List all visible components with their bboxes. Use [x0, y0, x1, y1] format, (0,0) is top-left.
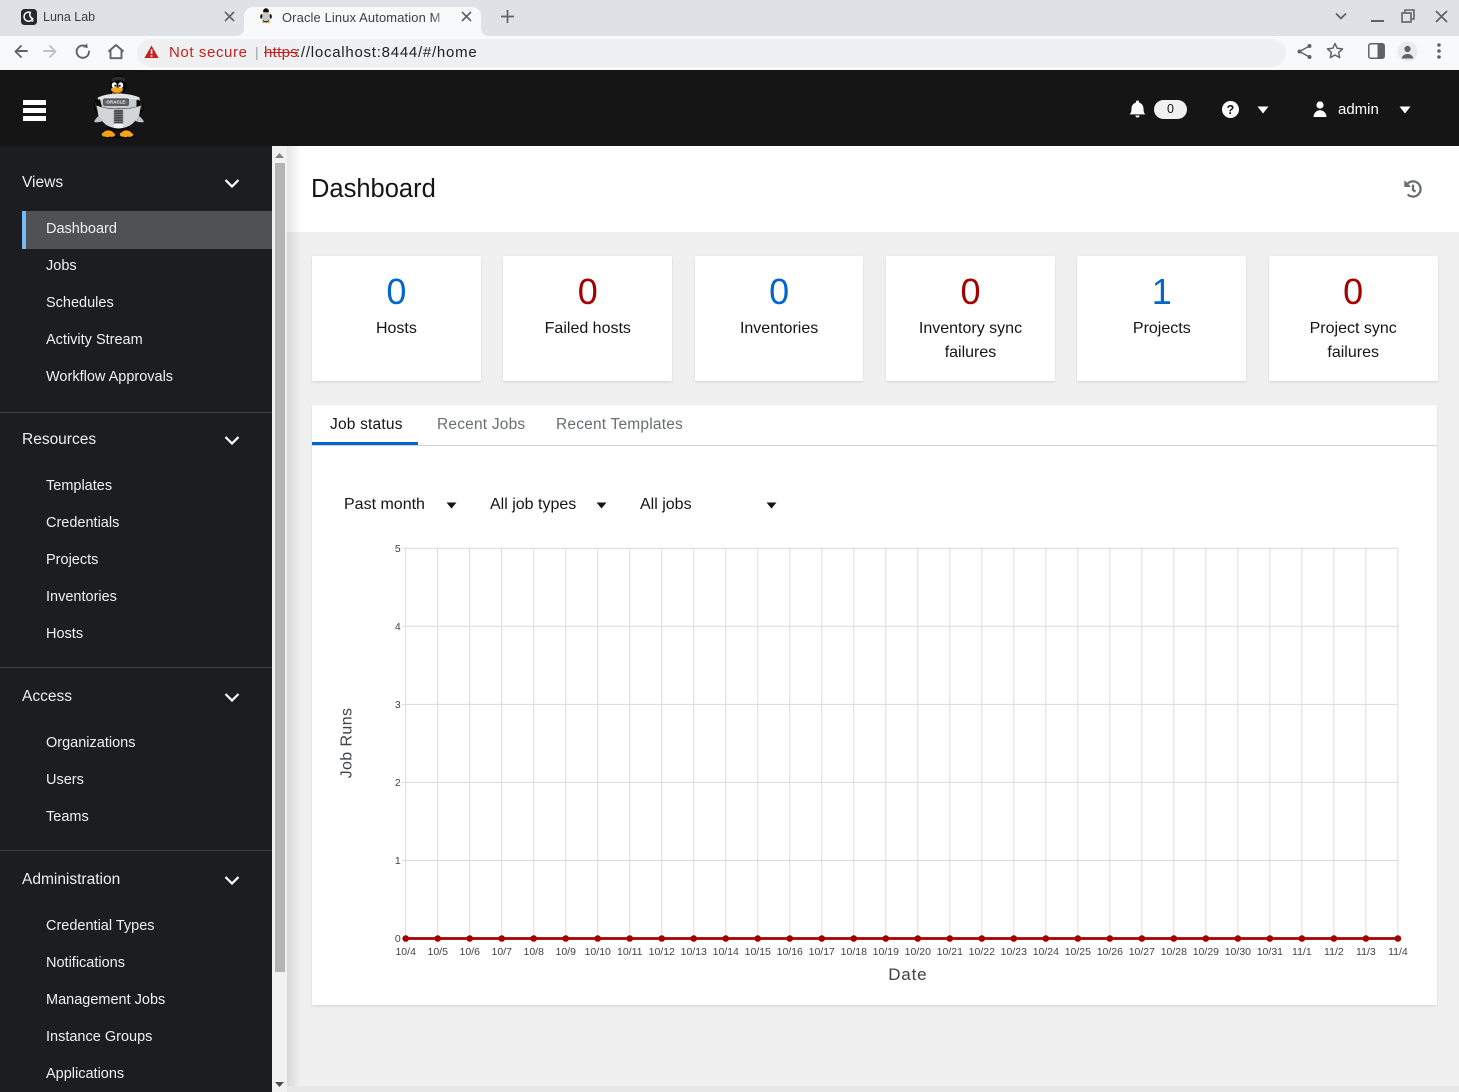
svg-text:0: 0	[395, 933, 401, 945]
svg-text:10/28: 10/28	[1161, 946, 1187, 958]
svg-text:10/18: 10/18	[841, 946, 867, 958]
svg-text:10/8: 10/8	[524, 946, 545, 958]
svg-text:10/26: 10/26	[1097, 946, 1123, 958]
svg-text:10/13: 10/13	[681, 946, 707, 958]
svg-text:11/4: 11/4	[1388, 946, 1408, 958]
svg-text:10/27: 10/27	[1129, 946, 1155, 958]
svg-text:10/4: 10/4	[395, 946, 416, 958]
svg-text:Job Runs: Job Runs	[339, 708, 356, 779]
svg-text:10/20: 10/20	[905, 946, 931, 958]
svg-text:10/23: 10/23	[1001, 946, 1027, 958]
svg-text:10/30: 10/30	[1225, 946, 1251, 958]
svg-text:10/14: 10/14	[713, 946, 739, 958]
svg-text:10/24: 10/24	[1033, 946, 1059, 958]
svg-text:11/1: 11/1	[1292, 946, 1312, 958]
svg-text:10/10: 10/10	[585, 946, 611, 958]
svg-text:10/19: 10/19	[873, 946, 899, 958]
svg-text:ORACLE: ORACLE	[106, 100, 125, 105]
svg-text:10/25: 10/25	[1065, 946, 1091, 958]
svg-text:10/29: 10/29	[1193, 946, 1219, 958]
svg-text:10/7: 10/7	[492, 946, 513, 958]
svg-text:10/6: 10/6	[459, 946, 480, 958]
svg-text:10/12: 10/12	[649, 946, 675, 958]
svg-text:10/21: 10/21	[937, 946, 963, 958]
svg-text:10/17: 10/17	[809, 946, 835, 958]
svg-text:10/22: 10/22	[969, 946, 995, 958]
svg-text:11/3: 11/3	[1356, 946, 1376, 958]
svg-text:10/16: 10/16	[777, 946, 803, 958]
svg-text:?: ?	[1227, 103, 1235, 117]
svg-text:5: 5	[395, 543, 401, 555]
svg-text:4: 4	[395, 621, 401, 633]
svg-text:1: 1	[395, 855, 401, 867]
svg-text:10/9: 10/9	[556, 946, 577, 958]
svg-text:2: 2	[395, 777, 401, 789]
svg-text:10/31: 10/31	[1257, 946, 1283, 958]
svg-text:11/2: 11/2	[1324, 946, 1344, 958]
svg-text:10/11: 10/11	[617, 946, 643, 958]
svg-text:10/5: 10/5	[427, 946, 448, 958]
svg-text:10/15: 10/15	[745, 946, 771, 958]
svg-text:3: 3	[395, 699, 401, 711]
svg-text:Date: Date	[888, 965, 927, 984]
